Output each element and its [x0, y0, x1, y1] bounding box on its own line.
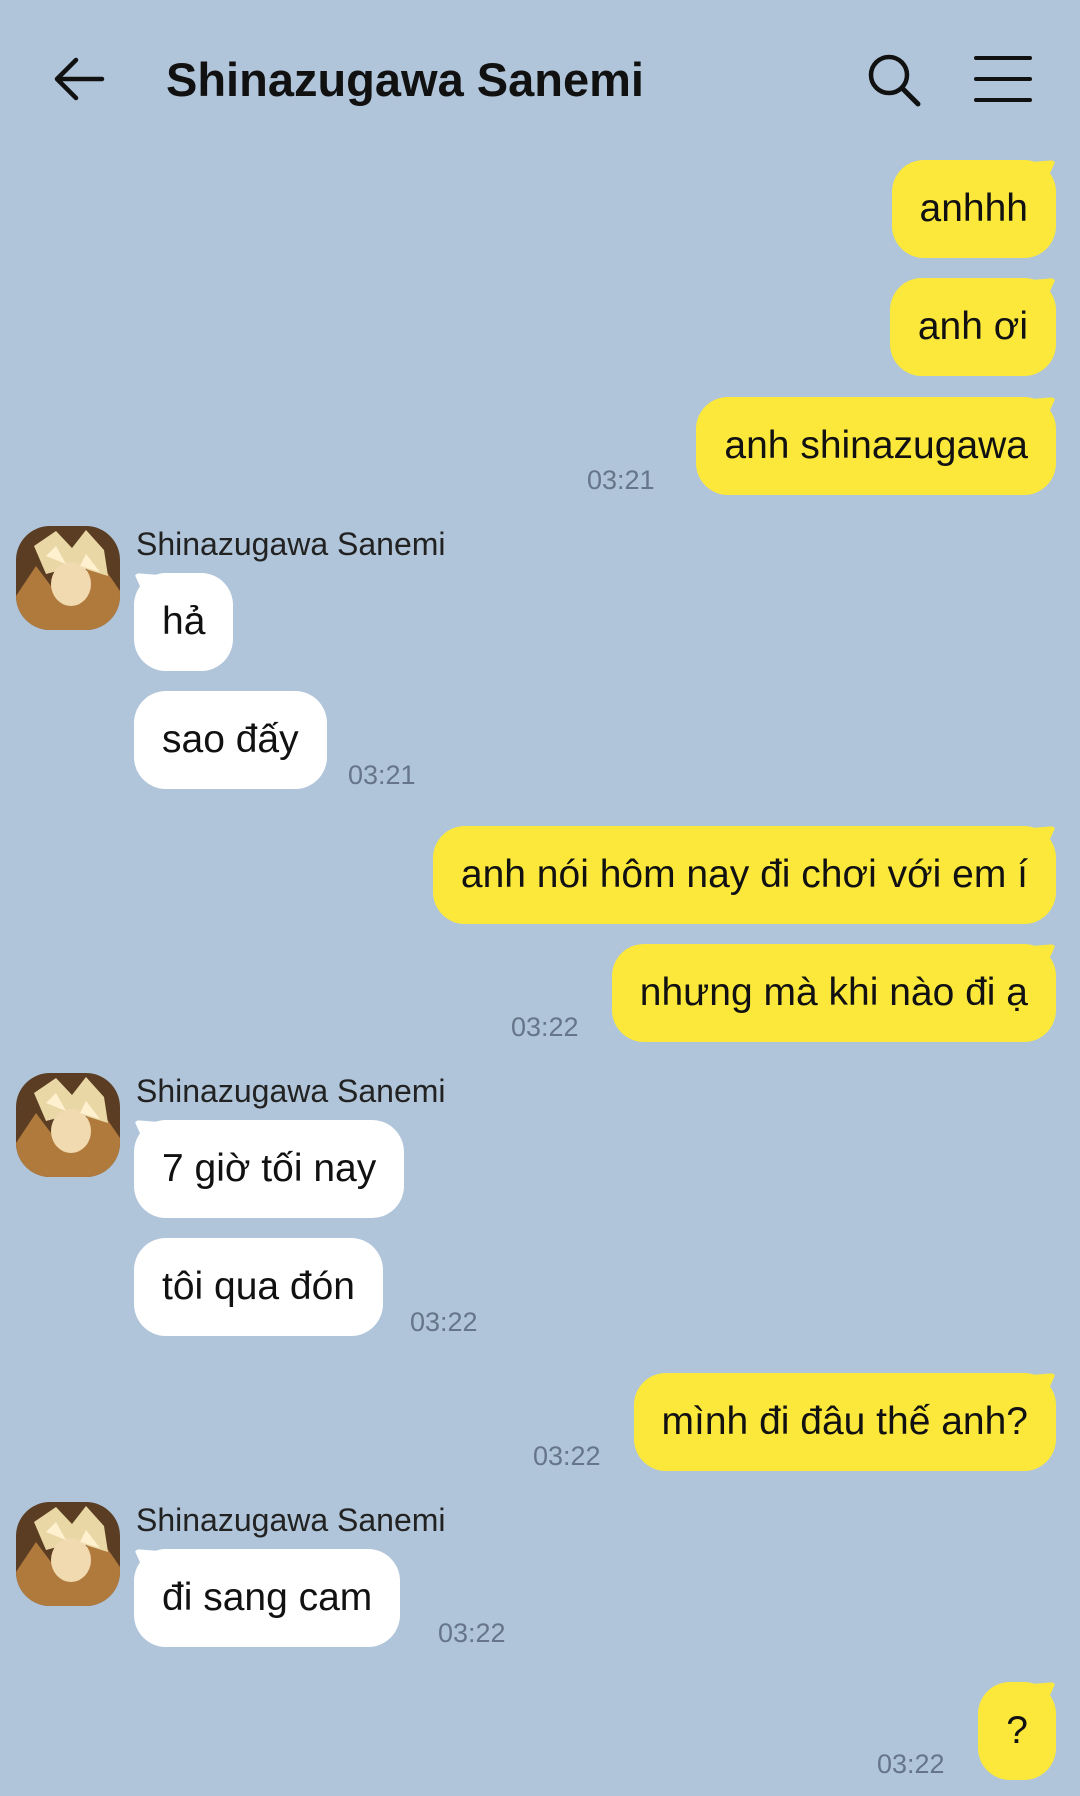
arrow-left-icon	[54, 57, 105, 101]
chat-header: Shinazugawa Sanemi	[0, 0, 1080, 160]
message-timestamp: 03:22	[533, 1441, 601, 1471]
message-text: nhưng mà khi nào đi ạ	[639, 971, 1028, 1014]
message-timestamp: 03:22	[877, 1749, 945, 1779]
message-bubble-outgoing[interactable]: mình đi đâu thế anh?	[633, 1373, 1056, 1471]
message-bubble-outgoing[interactable]: anhhh	[891, 160, 1056, 258]
message-timestamp: 03:22	[410, 1307, 478, 1337]
message-bubble-outgoing[interactable]: ?	[978, 1682, 1056, 1780]
message-timestamp: 03:21	[348, 760, 416, 790]
message-text: mình đi đâu thế anh?	[661, 1400, 1028, 1443]
message-text: anh ơi	[917, 305, 1028, 348]
message-text: anh shinazugawa	[724, 424, 1028, 467]
sender-name: Shinazugawa Sanemi	[136, 1073, 446, 1109]
message-text: sao đấy	[162, 718, 299, 761]
chat-title: Shinazugawa Sanemi	[166, 53, 644, 106]
message-text: tôi qua đón	[162, 1265, 356, 1308]
avatar-image	[16, 1502, 120, 1606]
sender-name: Shinazugawa Sanemi	[136, 526, 446, 562]
back-button[interactable]	[52, 52, 106, 106]
message-timestamp: 03:21	[587, 465, 655, 495]
message-text: anhhh	[919, 187, 1028, 230]
contact-avatar[interactable]	[16, 1502, 120, 1606]
message-bubble-incoming[interactable]: hả	[134, 573, 234, 671]
message-text: đi sang cam	[162, 1576, 373, 1619]
search-button[interactable]	[866, 52, 922, 108]
hamburger-menu-icon	[974, 56, 1032, 102]
avatar-image	[16, 1073, 120, 1177]
message-bubble-outgoing[interactable]: nhưng mà khi nào đi ạ	[611, 944, 1056, 1042]
message-bubble-incoming[interactable]: sao đấy	[134, 691, 327, 789]
message-bubble-incoming[interactable]: đi sang cam	[134, 1549, 401, 1647]
message-bubble-outgoing[interactable]: anh shinazugawa	[696, 397, 1056, 495]
message-timestamp: 03:22	[438, 1618, 506, 1648]
message-text: 7 giờ tối nay	[162, 1147, 377, 1190]
message-text: anh nói hôm nay đi chơi với em í	[460, 853, 1028, 896]
message-text: hả	[162, 600, 206, 643]
message-bubble-incoming[interactable]: 7 giờ tối nay	[134, 1120, 405, 1218]
avatar-image	[16, 526, 120, 630]
message-bubble-outgoing[interactable]: anh ơi	[889, 278, 1056, 376]
message-text: ?	[1006, 1709, 1028, 1752]
search-icon	[868, 54, 921, 107]
message-bubble-outgoing[interactable]: anh nói hôm nay đi chơi với em í	[432, 826, 1056, 924]
message-timestamp: 03:22	[511, 1012, 579, 1042]
sender-name: Shinazugawa Sanemi	[136, 1502, 446, 1538]
contact-avatar[interactable]	[16, 1073, 120, 1177]
menu-button[interactable]	[974, 54, 1032, 104]
message-bubble-incoming[interactable]: tôi qua đón	[134, 1238, 384, 1336]
contact-avatar[interactable]	[16, 526, 120, 630]
